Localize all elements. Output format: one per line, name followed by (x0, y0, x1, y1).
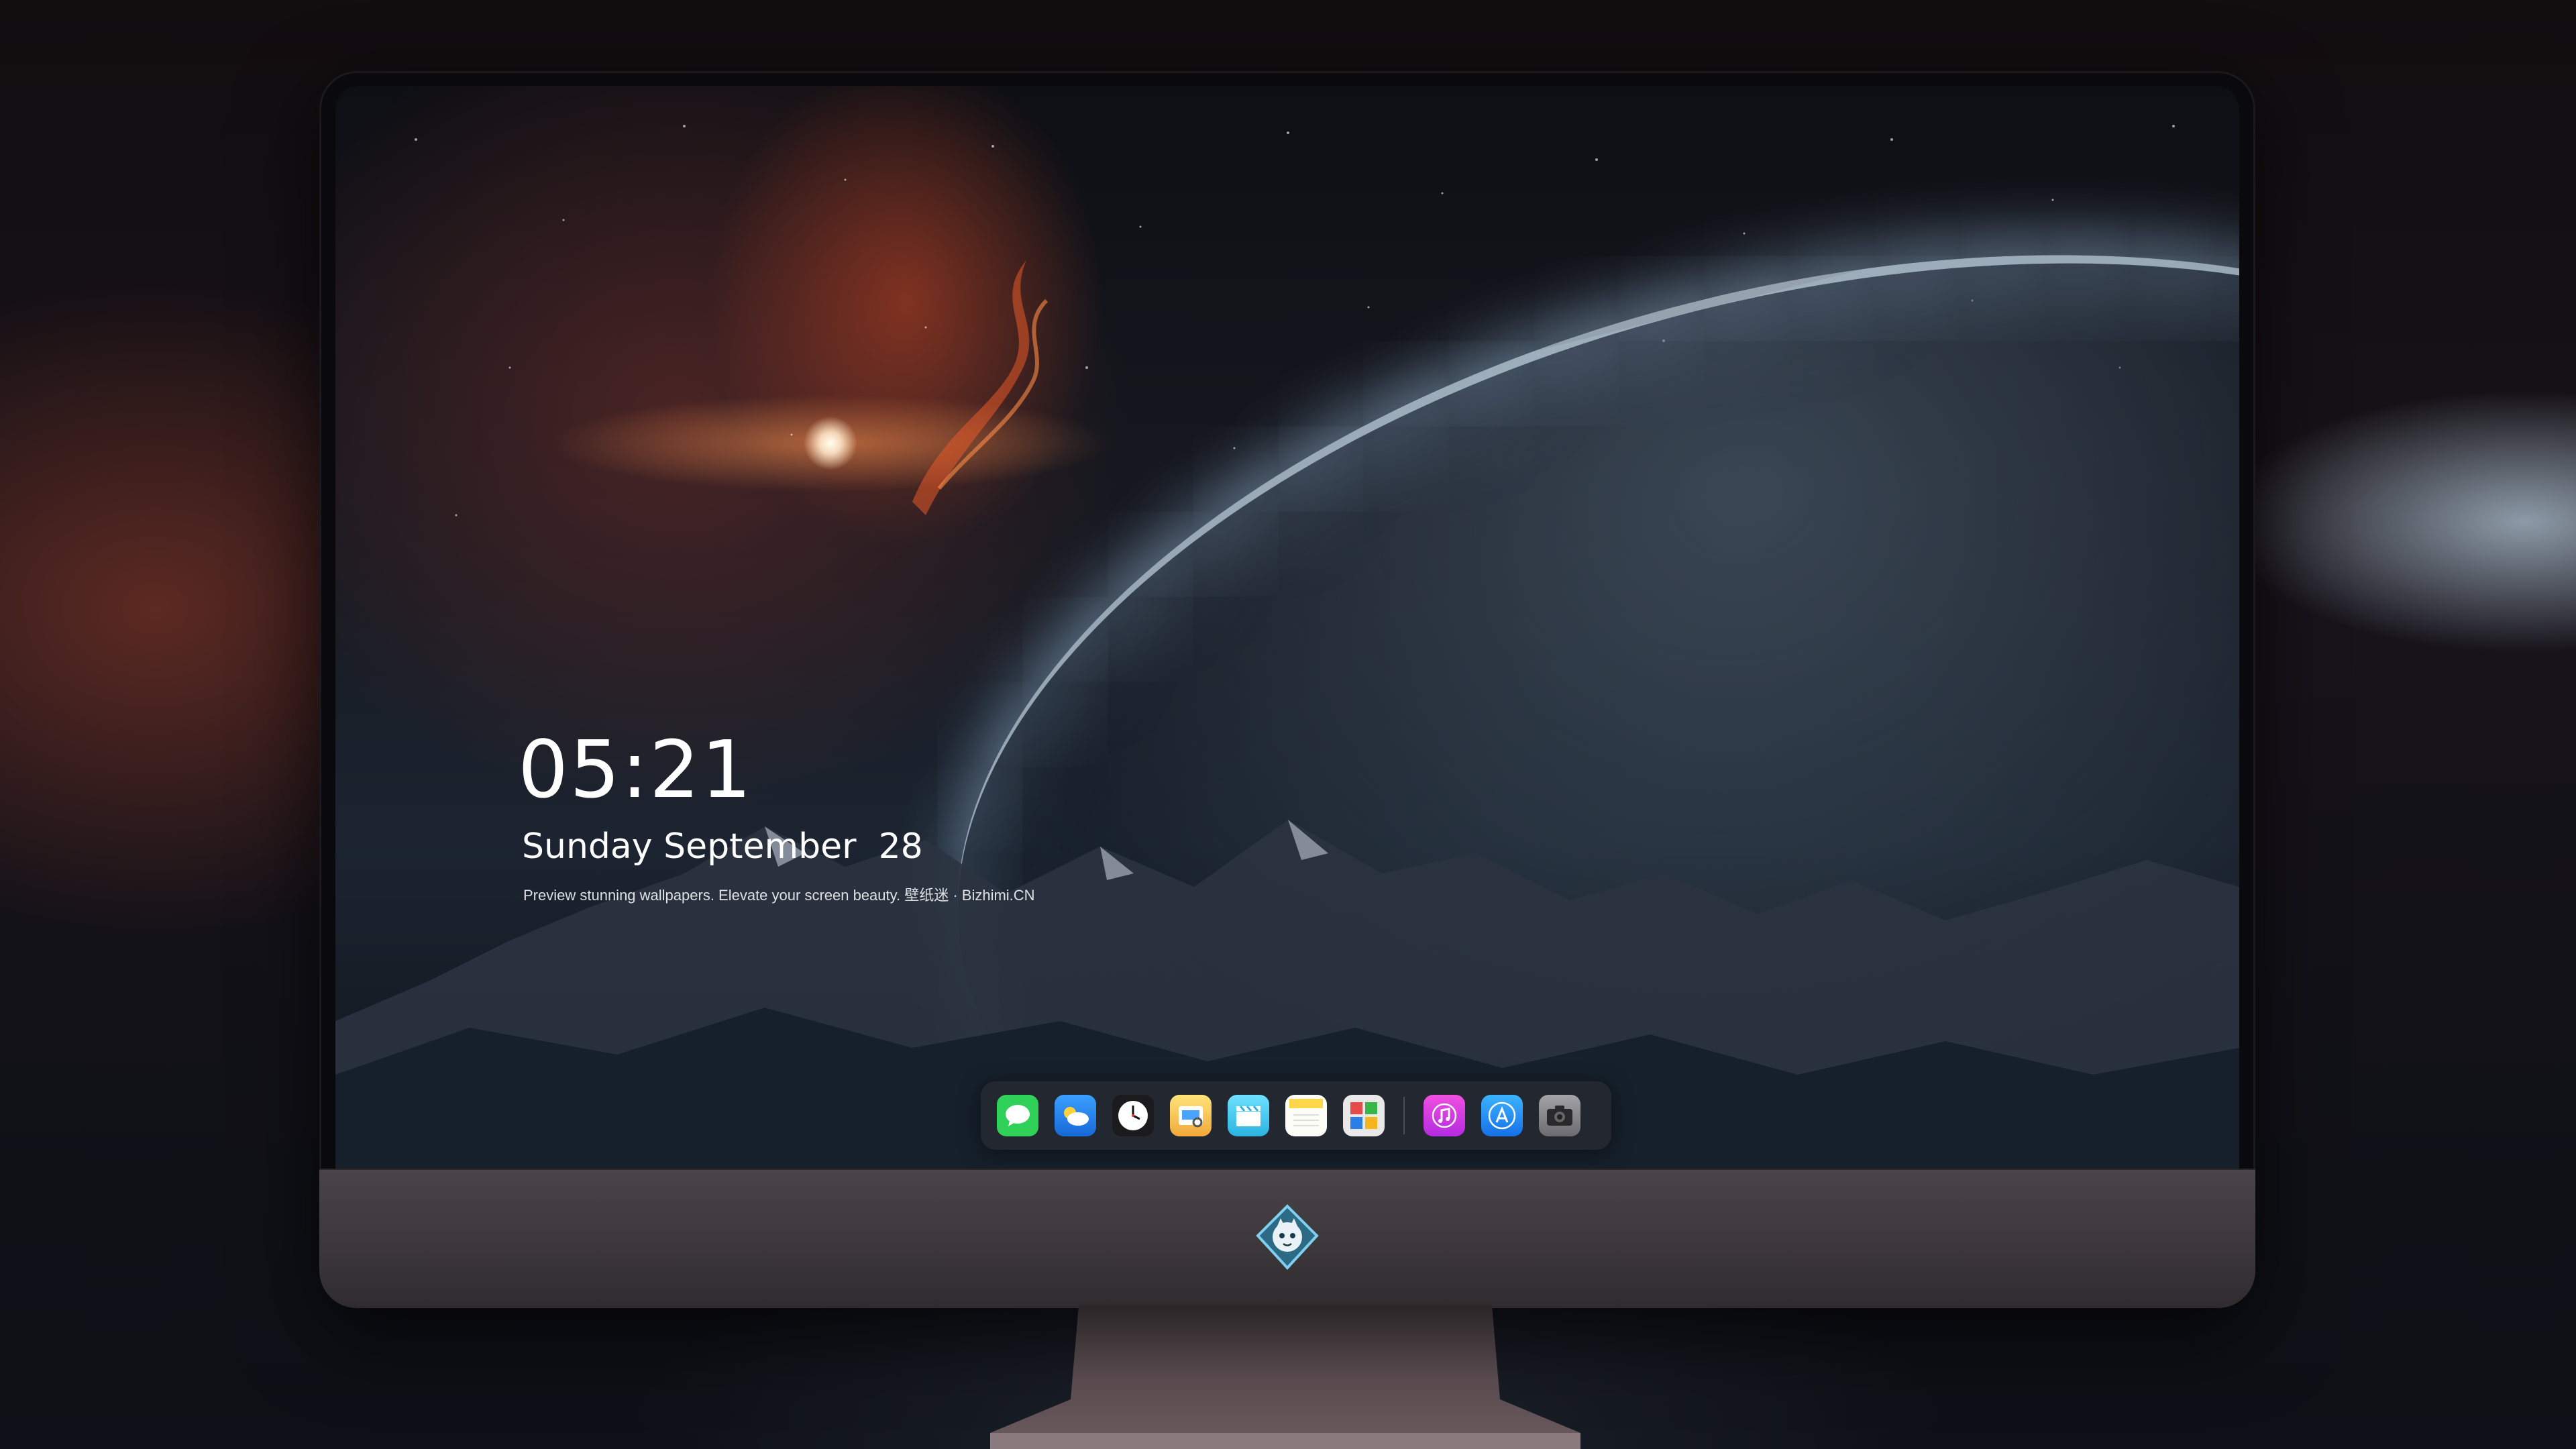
brand-logo-icon (1256, 1204, 1319, 1270)
app-dock (981, 1081, 1611, 1150)
monitor-chin (319, 1169, 2255, 1308)
photo-booth-icon[interactable] (1343, 1095, 1385, 1136)
monitor-stand (990, 1305, 1580, 1449)
clips-icon[interactable] (1228, 1095, 1269, 1136)
app-store-icon[interactable] (1481, 1095, 1523, 1136)
messages-icon[interactable] (997, 1095, 1038, 1136)
preview-icon[interactable] (1170, 1095, 1212, 1136)
notes-icon[interactable] (1285, 1095, 1327, 1136)
weather-icon[interactable] (1055, 1095, 1096, 1136)
music-icon[interactable] (1424, 1095, 1465, 1136)
lock-screen[interactable]: 05:21 Sunday September 28 Preview stunni… (335, 86, 2239, 1169)
lock-clock: 05:21 (518, 723, 753, 816)
camera-icon[interactable] (1539, 1095, 1580, 1136)
dock-separator (1403, 1097, 1405, 1134)
wallpaper-background: 05:21 Sunday September 28 Preview stunni… (0, 0, 2576, 1449)
imac-monitor: 05:21 Sunday September 28 Preview stunni… (319, 71, 2255, 1308)
lock-date: Sunday September 28 (522, 826, 923, 867)
wallpaper-tagline: Preview stunning wallpapers. Elevate you… (523, 887, 1035, 904)
clock-icon[interactable] (1112, 1095, 1154, 1136)
